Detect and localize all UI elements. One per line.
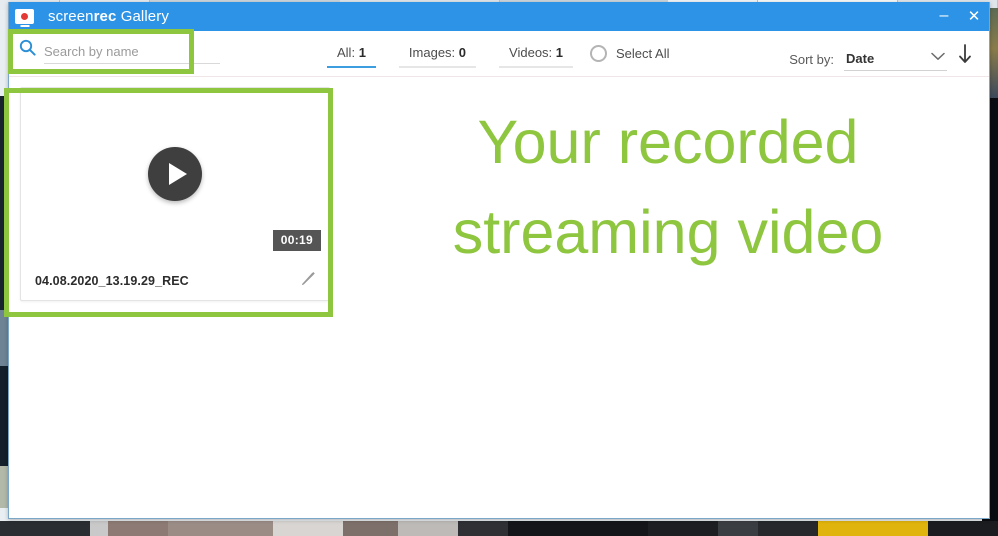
tab-all-label: All: — [337, 45, 356, 60]
chevron-down-icon — [931, 48, 945, 66]
window-controls: – ✕ — [937, 2, 981, 31]
screenrec-record-icon — [15, 9, 34, 24]
sort-by-value: Date — [846, 51, 875, 66]
window-title-part3: Gallery — [116, 8, 169, 25]
background-bottom-window — [0, 521, 998, 536]
gallery-content: 00:19 04.08.2020_13.19.29_REC Your recor… — [9, 77, 989, 518]
circle-checkbox-icon[interactable] — [590, 45, 607, 62]
hero-line-2: streaming video — [452, 198, 884, 267]
sort-by-label: Sort by: — [789, 52, 834, 67]
sort-controls: Sort by: Date — [789, 43, 973, 71]
video-thumbnail[interactable]: 00:19 — [21, 88, 329, 260]
gallery-item-footer: 04.08.2020_13.19.29_REC — [21, 260, 329, 301]
hero-message: Your recorded streaming video — [361, 97, 975, 278]
arrow-down-icon[interactable] — [957, 43, 973, 71]
tab-images-label: Images: — [408, 45, 456, 60]
video-duration-badge: 00:19 — [272, 230, 321, 251]
select-all-control[interactable]: Select All — [590, 45, 669, 62]
search-field-wrapper — [19, 39, 220, 66]
search-icon — [19, 39, 36, 61]
tab-all[interactable]: All: 1 — [327, 43, 376, 68]
minimize-button[interactable]: – — [937, 7, 951, 27]
hero-line-1: Your recorded — [477, 108, 859, 176]
tab-videos[interactable]: Videos: 1 — [499, 43, 574, 68]
tab-videos-count: 1 — [555, 45, 564, 60]
window-title: screenrec Gallery — [48, 8, 169, 25]
select-all-label: Select All — [616, 46, 670, 61]
gallery-item-name: 04.08.2020_13.19.29_REC — [35, 273, 189, 288]
tab-all-count: 1 — [358, 45, 366, 60]
search-input[interactable] — [44, 42, 220, 64]
gallery-toolbar: All: 1 Images: 0 Videos: 1 Select All So… — [9, 31, 989, 77]
filter-tabs: All: 1 Images: 0 Videos: 1 — [327, 43, 574, 68]
window-title-part2: rec — [93, 8, 117, 25]
pencil-edit-icon[interactable] — [300, 270, 317, 292]
sort-by-select[interactable]: Date — [844, 51, 947, 71]
play-icon[interactable] — [148, 147, 202, 201]
close-button[interactable]: ✕ — [967, 7, 981, 27]
gallery-item-card[interactable]: 00:19 04.08.2020_13.19.29_REC — [20, 87, 330, 301]
tab-videos-label: Videos: — [509, 45, 553, 60]
tab-images-count: 0 — [458, 45, 467, 60]
screenrec-gallery-window: screenrec Gallery – ✕ All: 1 — [8, 2, 990, 519]
tab-images[interactable]: Images: 0 — [398, 43, 477, 68]
screen-root: screenrec Gallery – ✕ All: 1 — [0, 0, 998, 536]
window-title-part1: screen — [48, 8, 94, 25]
window-titlebar[interactable]: screenrec Gallery – ✕ — [9, 2, 989, 31]
